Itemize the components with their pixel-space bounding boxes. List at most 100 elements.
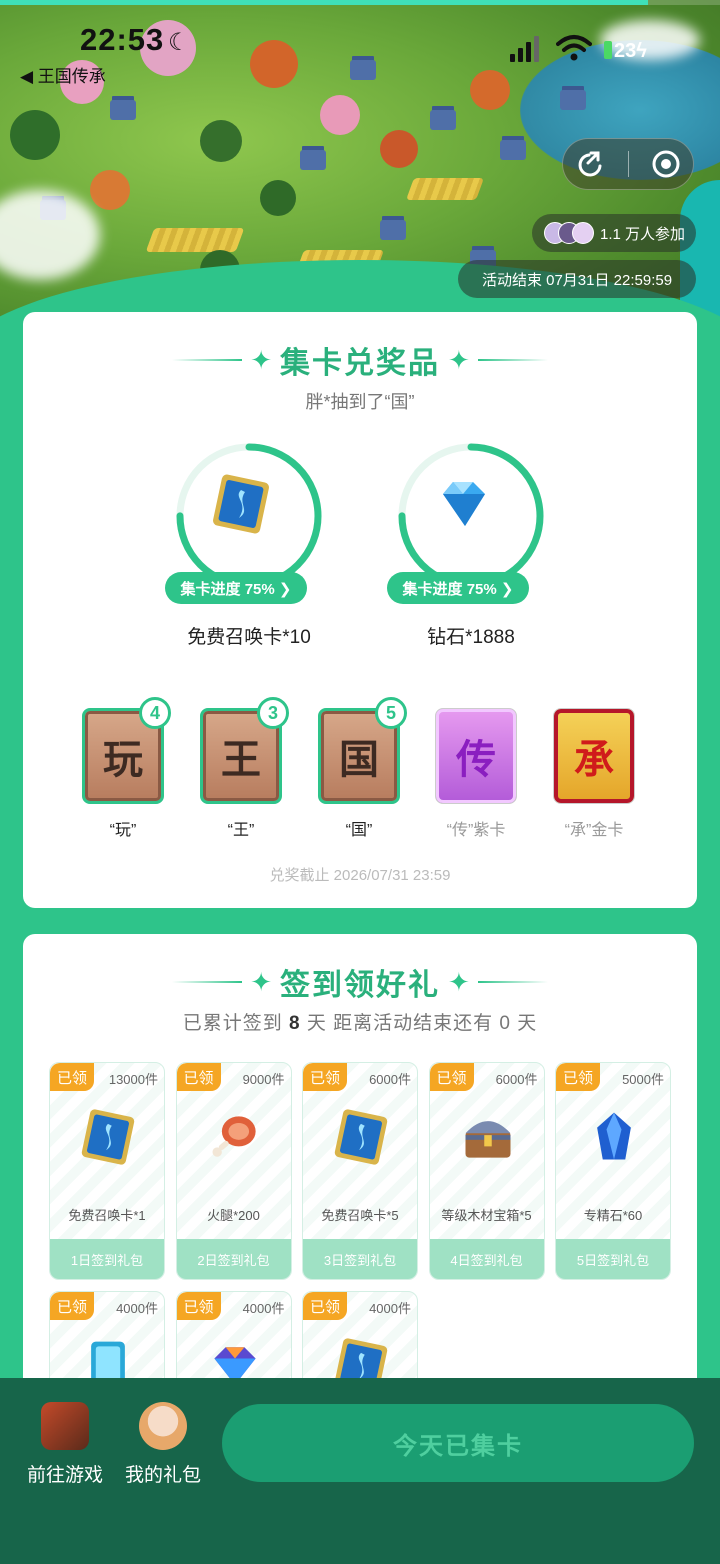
cloud-decoration: [0, 190, 100, 280]
signin-summary-suffix: 天 距离活动结束还有 0 天: [300, 1013, 538, 1034]
blue-stone-icon: [584, 1107, 644, 1167]
today-collected-button[interactable]: 今天已集卡: [222, 1404, 694, 1482]
my-gifts-button[interactable]: 我的礼包: [118, 1402, 208, 1487]
signin-gift-item[interactable]: 已领 9000件 火腿*200 2日签到礼包: [175, 1062, 292, 1280]
card-label: “承”金卡: [564, 822, 624, 839]
signin-title-text: 签到领好礼: [280, 969, 440, 1002]
exchange-card-section: ✦ 集卡兑奖品 ✦ 胖*抽到了“国” 集卡进度 75% ❯ 免费召唤卡*10 集…: [23, 312, 697, 908]
signin-days: 8: [289, 1013, 301, 1034]
treasure-chest-icon: [458, 1107, 518, 1167]
claimed-tag: 已领: [429, 1063, 474, 1091]
card-face: 玩4: [82, 697, 171, 804]
house-decoration: [430, 110, 456, 130]
tree-decoration: [250, 40, 298, 88]
prize-name: 免费召唤卡*10: [187, 627, 311, 648]
sparkle-icon: ✦: [250, 344, 272, 375]
collect-card-wan[interactable]: 玩4 “玩”: [78, 697, 171, 840]
signin-section-title: ✦ 签到领好礼 ✦: [23, 960, 697, 1004]
avatar: [572, 222, 594, 244]
tree-decoration: [320, 95, 360, 135]
diamond-icon: [431, 472, 511, 552]
gift-day-label: 3日签到礼包: [303, 1239, 417, 1279]
card-face: 王3: [200, 697, 289, 804]
back-to-app-link[interactable]: ◀ 王国传承: [20, 62, 106, 87]
sparkle-icon: ✦: [250, 966, 272, 997]
house-decoration: [500, 140, 526, 160]
gift-day-label: 5日签到礼包: [556, 1239, 670, 1279]
signin-section: ✦ 签到领好礼 ✦ 已累计签到 8 天 距离活动结束还有 0 天 已领 13000…: [23, 934, 697, 1394]
signal-icon: [510, 36, 539, 62]
card-count-badge: 4: [139, 697, 171, 729]
card-label: “国”: [345, 822, 373, 839]
signin-gift-item[interactable]: 已领 6000件 等级木材宝箱*5 4日签到礼包: [428, 1062, 545, 1280]
claimed-tag: 已领: [50, 1292, 94, 1320]
house-decoration: [110, 100, 136, 120]
card-character: 玩: [103, 738, 143, 782]
prize-summon-card[interactable]: 集卡进度 75% ❯ 免费召唤卡*10: [159, 442, 339, 662]
field-decoration: [145, 228, 245, 252]
prize-progress-button[interactable]: 集卡进度 75% ❯: [387, 572, 529, 604]
share-button[interactable]: [573, 146, 609, 182]
moon-icon: ☾: [168, 29, 190, 56]
prize-progress-ring: [397, 442, 545, 590]
claimed-tag: 已领: [50, 1063, 94, 1091]
signin-gift-item[interactable]: 已领 5000件 专精石*60 5日签到礼包: [555, 1062, 671, 1280]
go-to-game-button[interactable]: 前往游戏: [20, 1402, 110, 1487]
card-character: 传: [456, 738, 496, 782]
tree-decoration: [380, 130, 418, 168]
close-button[interactable]: [648, 146, 684, 182]
share-icon: [578, 151, 601, 177]
gift-name: 专精石*60: [583, 1208, 643, 1223]
status-time: 22:53: [80, 22, 165, 57]
collect-card-wang[interactable]: 王3 “王”: [196, 697, 289, 840]
card-count-badge: 5: [375, 697, 407, 729]
field-decoration: [405, 178, 485, 200]
claimed-tag: 已领: [303, 1292, 347, 1320]
collect-card-guo[interactable]: 国5 “国”: [314, 697, 407, 840]
summon-card-icon: [209, 472, 289, 552]
tree-decoration: [470, 70, 510, 110]
card-label: “传”紫卡: [446, 822, 506, 839]
exchange-section-title: ✦ 集卡兑奖品 ✦: [23, 338, 697, 382]
gift-stock: 9000件: [242, 1072, 285, 1087]
gift-stock: 4000件: [116, 1301, 158, 1316]
house-decoration: [380, 220, 406, 240]
gift-name: 火腿*200: [207, 1208, 260, 1223]
prize-progress-button[interactable]: 集卡进度 75% ❯: [165, 572, 307, 604]
mini-program-capsule: [562, 138, 694, 190]
card-face: 承: [553, 708, 635, 804]
signin-gift-item[interactable]: 已领 13000件免费召唤卡*1 1日签到礼包: [49, 1062, 165, 1280]
claimed-tag: 已领: [303, 1063, 347, 1091]
card-character: 国: [339, 738, 379, 782]
participants-count: 1.1 万人参加: [600, 225, 686, 243]
card-character: 王: [221, 738, 261, 782]
signin-summary-prefix: 已累计签到: [182, 1013, 289, 1034]
collect-card-chuan[interactable]: 传 “传”紫卡: [431, 708, 521, 840]
gift-name: 免费召唤卡*1: [68, 1208, 146, 1223]
house-decoration: [350, 60, 376, 80]
summon-card-icon: [78, 1107, 138, 1167]
page-load-progress: [0, 0, 720, 5]
prize-progress-ring: [175, 442, 323, 590]
claimed-tag: 已领: [176, 1063, 221, 1091]
charging-icon: ϟ: [636, 40, 647, 62]
prize-diamond[interactable]: 集卡进度 75% ❯ 钻石*1888: [381, 442, 561, 662]
tree-decoration: [90, 170, 130, 210]
signin-summary: 已累计签到 8 天 距离活动结束还有 0 天: [23, 1008, 697, 1035]
card-character: 承: [574, 738, 614, 782]
gift-stock: 6000件: [369, 1072, 411, 1087]
gift-stock: 13000件: [108, 1072, 158, 1087]
battery-indicator: 23ϟ: [604, 40, 647, 63]
tree-decoration: [10, 110, 60, 160]
card-label: “王”: [227, 822, 255, 839]
tree-decoration: [260, 180, 296, 216]
card-face: 传: [435, 708, 517, 804]
gift-day-label: 1日签到礼包: [50, 1239, 164, 1279]
house-decoration: [300, 150, 326, 170]
collect-card-cheng[interactable]: 承 “承”金卡: [549, 708, 639, 840]
my-gifts-label: 我的礼包: [124, 1465, 201, 1486]
signin-gift-item[interactable]: 已领 6000件 免费召唤卡*5 3日签到礼包: [302, 1062, 418, 1280]
card-label: “玩”: [109, 822, 137, 839]
card-face: 国5: [318, 697, 407, 804]
participants-badge: 1.1 万人参加: [532, 214, 696, 252]
